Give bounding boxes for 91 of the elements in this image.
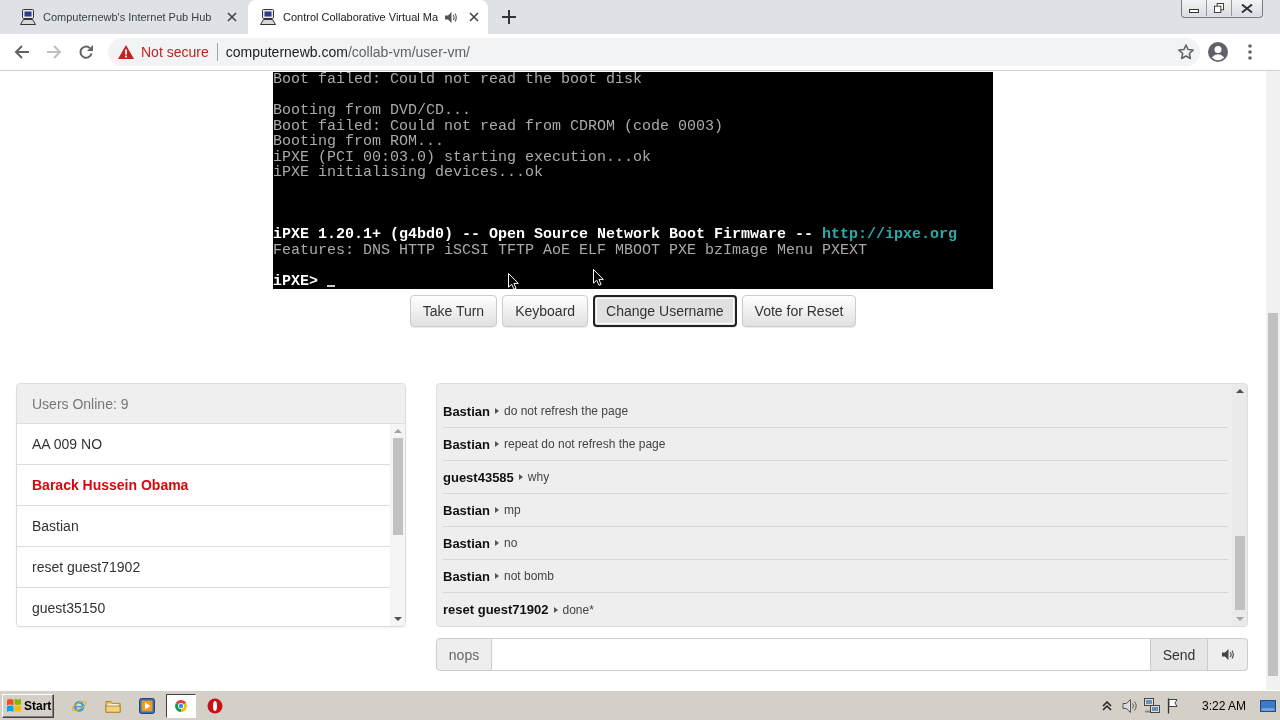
scrollbar-thumb[interactable] — [1268, 313, 1278, 676]
minimize-icon — [1189, 9, 1199, 13]
mouse-pointer-icon — [593, 269, 604, 286]
scrollbar[interactable] — [390, 424, 405, 626]
chat-username: Bastian — [443, 436, 490, 452]
chat-message: why — [527, 470, 550, 484]
chat-username: reset guest71902 — [443, 602, 549, 617]
terminal-line: Booting from ROM... — [273, 134, 446, 150]
security-label[interactable]: Not secure — [141, 44, 209, 60]
vm-action-button[interactable]: Take Turn — [409, 295, 498, 327]
desktop-icon[interactable] — [1260, 699, 1276, 712]
terminal-line: Features: DNS HTTP iSCSI TFTP AoE ELF MBOOT PXE bzImage Menu PXEXT — [273, 242, 869, 258]
chat-username: guest43585 — [443, 469, 514, 485]
chat-username: Bastian — [443, 535, 490, 551]
user-list-item[interactable]: AA 009 NO — [17, 424, 390, 465]
minimize-button[interactable] — [1182, 0, 1207, 16]
triangle-icon — [494, 441, 499, 447]
speaker-icon — [1221, 649, 1234, 660]
terminal-line: iPXE 1.20.1+ (g4bd0) -- Open Source Network Boot Firmware -- http://ipxe.org — [273, 227, 959, 243]
vm-screen[interactable] — [273, 72, 993, 289]
scrollbar-thumb[interactable] — [1234, 536, 1245, 610]
text-cursor-icon — [327, 284, 335, 287]
terminal-line: Boot failed: Could not read the boot disk — [273, 72, 644, 88]
close-icon — [227, 12, 237, 22]
restore-icon — [1214, 3, 1224, 13]
chat-username: Bastian — [443, 568, 490, 584]
triangle-icon — [494, 540, 499, 546]
vm-action-button[interactable]: Vote for Reset — [741, 295, 857, 327]
user-list-item[interactable]: Barack Hussein Obama — [17, 465, 390, 506]
chat-message: not bomb — [503, 569, 554, 583]
arrow-right-icon — [46, 44, 62, 60]
ring-icon — [207, 697, 223, 714]
send-button[interactable]: Send — [1150, 638, 1208, 671]
round-logo-icon — [173, 697, 189, 714]
vm-action-button[interactable]: Change Username — [593, 295, 737, 327]
account-icon — [1208, 42, 1228, 62]
play-icon — [139, 697, 155, 714]
terminal-line: iPXE initialising devices...ok — [273, 165, 545, 181]
speaker-icon[interactable] — [445, 11, 458, 23]
triangle-icon — [494, 408, 499, 414]
chat-message: repeat do not refresh the page — [503, 437, 666, 451]
warning-icon — [118, 45, 134, 59]
speaker-icon[interactable] — [1121, 697, 1138, 714]
start-button[interactable]: Start — [2, 693, 54, 718]
triangle-icon — [518, 474, 523, 480]
close-icon — [469, 12, 480, 22]
caret-down-icon[interactable] — [393, 617, 402, 621]
caret-up-icon[interactable] — [1235, 389, 1244, 393]
users-online-header: Users Online: 9 — [17, 384, 405, 424]
network-icon[interactable] — [1143, 697, 1160, 714]
clock-text[interactable]: 3:22 AM — [1201, 698, 1246, 713]
arrow-left-icon — [14, 44, 30, 60]
star-icon — [1178, 44, 1194, 60]
computer-icon — [260, 9, 276, 25]
triangle-icon — [553, 606, 558, 613]
start-logo-icon — [6, 698, 22, 713]
scrollbar[interactable] — [1232, 384, 1247, 626]
username-label: nops — [436, 638, 492, 671]
user-list-item[interactable]: Bastian — [17, 506, 390, 547]
user-list-item[interactable]: reset guest71902 — [17, 547, 390, 588]
triangle-icon — [494, 573, 499, 579]
chat-message: mp — [503, 503, 521, 517]
chat-username: Bastian — [443, 403, 490, 419]
triangle-icon — [494, 507, 499, 513]
reload-icon — [78, 44, 94, 60]
chat-input-field[interactable] — [492, 638, 1150, 671]
close-icon — [1241, 3, 1253, 13]
terminal-line: Boot failed: Could not read from CDROM (code 0003) — [273, 118, 725, 134]
scrollbar-thumb[interactable] — [392, 438, 403, 535]
browser-tab[interactable]: Control Collaborative Virtual Ma — [248, 0, 488, 34]
computer-icon — [20, 9, 36, 25]
vm-action-button[interactable]: Keyboard — [502, 295, 589, 327]
browser-tab[interactable]: Computernewb's Internet Pub Hub — [8, 0, 248, 34]
plus-icon — [502, 10, 516, 24]
url-text[interactable]: computernewb.com/collab-vm/user-vm/ — [225, 44, 470, 60]
close-window-button[interactable] — [1232, 0, 1262, 16]
terminal-line: Booting from DVD/CD... — [273, 103, 473, 119]
terminal-prompt: iPXE> — [273, 272, 318, 289]
terminal-line: iPXE (PCI 00:03.0) starting execution...ok — [273, 149, 653, 165]
chat-message: do not refresh the page — [503, 404, 629, 418]
menu-icon — [1248, 44, 1252, 60]
chevron-up-icon[interactable] — [1101, 700, 1112, 711]
volume-button[interactable] — [1208, 638, 1248, 671]
address-bar[interactable]: Not secure computernewb.com/collab-vm/user-vm/ — [108, 38, 1200, 66]
restore-button[interactable] — [1207, 0, 1232, 16]
chat-username: Bastian — [443, 502, 490, 518]
taskbar-app-button[interactable] — [166, 693, 196, 718]
chat-message: no — [503, 536, 518, 550]
chat-message: done* — [562, 602, 594, 617]
scrollbar[interactable] — [1266, 71, 1280, 690]
mouse-pointer-icon — [508, 273, 519, 289]
